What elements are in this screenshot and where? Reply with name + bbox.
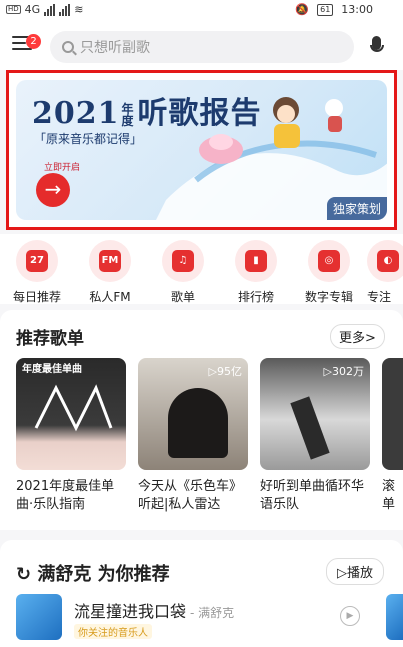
playlist-title: 好听到单曲循环华语乐队	[260, 479, 365, 512]
playlist-cover: ▷302万	[260, 358, 370, 470]
quick-item-label: 私人FM	[89, 290, 131, 304]
focus-icon: ◐	[377, 250, 399, 272]
play-all-button[interactable]: ▷播放	[326, 558, 384, 585]
refresh-icon[interactable]: ↻	[16, 564, 31, 585]
personal-recommend-section: ↻ 满舒克 为你推荐 ▷播放 流星撞进我口袋 - 满舒克 你关注的音乐人 ▶	[0, 540, 403, 647]
playlist-cover: 年度最佳单曲	[16, 358, 126, 470]
search-placeholder: 只想听副歌	[80, 40, 150, 56]
song-title-row[interactable]: 流星撞进我口袋 - 满舒克	[74, 598, 234, 622]
quick-item-charts[interactable]: ▮ 排行榜	[221, 240, 291, 305]
signal-icon-2	[59, 3, 71, 16]
microphone-icon[interactable]	[368, 36, 386, 58]
calendar-icon: 27	[26, 250, 48, 272]
clock: 13:00	[341, 3, 373, 16]
song-tag: 你关注的音乐人	[74, 624, 152, 639]
song-cover[interactable]	[16, 594, 62, 640]
next-song-cover[interactable]	[386, 594, 403, 640]
more-button[interactable]: 更多>	[330, 324, 385, 349]
quick-item-label: 每日推荐	[12, 290, 61, 304]
banner-title: 2021 年度听歌报告	[32, 96, 262, 131]
mute-icon: 🔕	[295, 3, 310, 16]
app-header: 2 只想听副歌	[0, 22, 403, 70]
play-count: ▷95亿	[208, 365, 242, 378]
signal-icon	[44, 3, 56, 16]
battery-icon: 61	[317, 3, 334, 16]
signal-indicators: HD 4G ≋	[6, 3, 83, 16]
playlist-cover: ▷95亿	[138, 358, 248, 470]
network-label: 4G	[24, 3, 41, 16]
banner-start-label: 立即开启	[44, 163, 81, 173]
quick-icons-row: 27 每日推荐 FM 私人FM ♫ 歌单 ▮ 排行榜 ◎ 数字专辑 ◐ 专注	[0, 234, 403, 304]
quick-item-playlist[interactable]: ♫ 歌单	[148, 240, 218, 305]
quick-item-album[interactable]: ◎ 数字专辑	[294, 240, 364, 305]
quick-item-label: 专注	[367, 290, 392, 304]
banner-tag: 独家策划	[326, 197, 387, 220]
playlist-card[interactable]: ▷302万 好听到单曲循环华语乐队	[260, 358, 370, 514]
quick-item-fm[interactable]: FM 私人FM	[75, 240, 145, 305]
play-count: ▷302万	[323, 365, 364, 378]
playlist-title: 滚单	[382, 479, 396, 512]
section-title: ↻ 满舒克 为你推荐	[16, 564, 170, 585]
status-bar: HD 4G ≋ 🔕 61 13:00	[0, 0, 403, 22]
album-icon: ◎	[318, 250, 340, 272]
playlist-card[interactable]: 滚单	[382, 358, 403, 514]
quick-item-label: 排行榜	[237, 290, 274, 304]
hd-icon: HD	[6, 5, 21, 14]
playlist-title: 今天从《乐色车》听起|私人雷达	[138, 479, 243, 512]
banner-subtitle: 「原来音乐都记得」	[34, 132, 143, 146]
search-icon	[62, 41, 74, 53]
playlist-card[interactable]: ▷95亿 今天从《乐色车》听起|私人雷达	[138, 358, 248, 514]
search-input[interactable]: 只想听副歌	[50, 31, 354, 63]
play-icon[interactable]: ▶	[340, 606, 360, 626]
quick-item-label: 歌单	[170, 290, 195, 304]
banner-highlight: 2021 年度听歌报告 「原来音乐都记得」 立即开启 → 独家策划	[6, 70, 397, 230]
notification-badge: 2	[26, 34, 41, 49]
status-right: 🔕 61 13:00	[295, 3, 373, 16]
arrow-right-icon[interactable]: →	[36, 173, 70, 207]
chart-icon: ▮	[245, 250, 267, 272]
playlist-card[interactable]: 年度最佳单曲 2021年度最佳单曲·乐队指南	[16, 358, 126, 514]
wifi-icon: ≋	[74, 3, 84, 16]
recommended-playlists-section: 推荐歌单 更多> 年度最佳单曲 2021年度最佳单曲·乐队指南 ▷95亿 今天从…	[0, 310, 403, 530]
quick-item-daily[interactable]: 27 每日推荐	[2, 240, 72, 305]
playlist-cover	[382, 358, 403, 470]
section-title: 推荐歌单	[16, 329, 84, 349]
playlist-title: 2021年度最佳单曲·乐队指南	[16, 479, 115, 512]
quick-item-label: 数字专辑	[304, 290, 353, 304]
radio-icon: FM	[99, 250, 121, 272]
year-report-banner[interactable]: 2021 年度听歌报告 「原来音乐都记得」 立即开启 → 独家策划	[16, 80, 387, 220]
quick-item-focus[interactable]: ◐ 专注	[367, 240, 403, 305]
playlist-icon: ♫	[172, 250, 194, 272]
